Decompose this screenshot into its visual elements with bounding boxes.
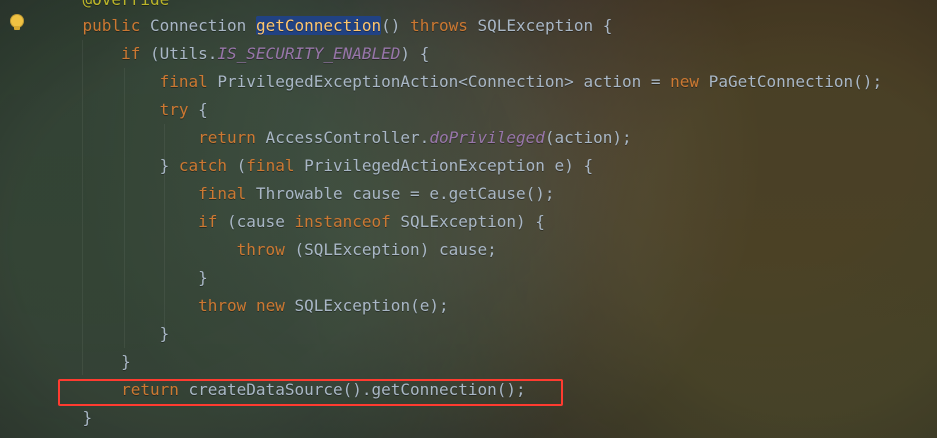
code-line[interactable]: } catch (final PrivilegedActionException… (44, 152, 594, 180)
code-token: if (121, 44, 141, 63)
code-token: SQLException { (467, 16, 613, 35)
code-line[interactable]: return AccessController.doPrivileged(act… (44, 124, 632, 152)
code-line[interactable]: } (44, 404, 93, 432)
code-line[interactable]: if (Utils.IS_SECURITY_ENABLED) { (44, 40, 429, 68)
code-token: new (670, 72, 700, 91)
code-token: AccessController. (255, 128, 430, 147)
code-line[interactable]: final PrivilegedExceptionAction<Connecti… (44, 68, 882, 96)
code-token: Connection (149, 16, 247, 35)
code-token: } (82, 408, 93, 427)
code-token: final (198, 184, 247, 203)
code-token: final (159, 72, 208, 91)
code-token: } (198, 268, 208, 287)
code-token: Throwable cause = e.getCause(); (246, 184, 555, 203)
code-token: try (159, 100, 189, 119)
code-token: } (159, 156, 179, 175)
code-token: () (381, 16, 411, 35)
code-token: catch (178, 156, 228, 175)
code-token: IS_SECURITY_ENABLED (217, 44, 401, 63)
code-token: throws (410, 16, 468, 35)
code-token: ) { (400, 44, 430, 63)
code-token: ( (227, 156, 247, 175)
code-line[interactable]: public Connection getConnection() throws… (44, 12, 612, 40)
code-line[interactable]: final Throwable cause = e.getCause(); (44, 180, 555, 208)
code-token: new (255, 296, 285, 315)
code-token: public (82, 16, 141, 35)
code-line[interactable]: } (44, 348, 131, 376)
code-editor[interactable]: @Override public Connection getConnectio… (0, 0, 937, 438)
code-token: PaGetConnection(); (699, 72, 883, 91)
code-token: instanceof (294, 212, 391, 231)
code-line[interactable]: } (44, 320, 170, 348)
code-token: throw (198, 296, 247, 315)
code-token: final (246, 156, 295, 175)
code-line[interactable]: throw new SQLException(e); (44, 292, 449, 320)
highlight-rectangle (58, 379, 563, 406)
code-token: (cause (217, 212, 295, 231)
selected-token: getConnection (255, 16, 382, 35)
code-line[interactable]: throw (SQLException) cause; (44, 236, 497, 264)
code-area[interactable]: @Override public Connection getConnectio… (0, 0, 937, 438)
code-token: PrivilegedExceptionAction<Connection> ac… (207, 72, 671, 91)
code-token: (Utils. (140, 44, 218, 63)
code-token: (SQLException) cause; (284, 240, 497, 259)
code-token: SQLException(e); (284, 296, 449, 315)
code-token: PrivilegedActionException e) { (294, 156, 594, 175)
code-line[interactable]: } (44, 264, 208, 292)
code-token: return (198, 128, 256, 147)
code-token: throw (236, 240, 285, 259)
code-line[interactable]: try { (44, 96, 208, 124)
code-token: @Override (83, 0, 170, 9)
code-token: (action); (544, 128, 632, 147)
code-line[interactable]: if (cause instanceof SQLException) { (44, 208, 545, 236)
code-token: doPrivileged (429, 128, 545, 147)
code-token: } (121, 352, 131, 371)
code-token: { (188, 100, 208, 119)
code-token: } (159, 324, 170, 343)
code-token: SQLException) { (390, 212, 545, 231)
code-token: if (198, 212, 218, 231)
